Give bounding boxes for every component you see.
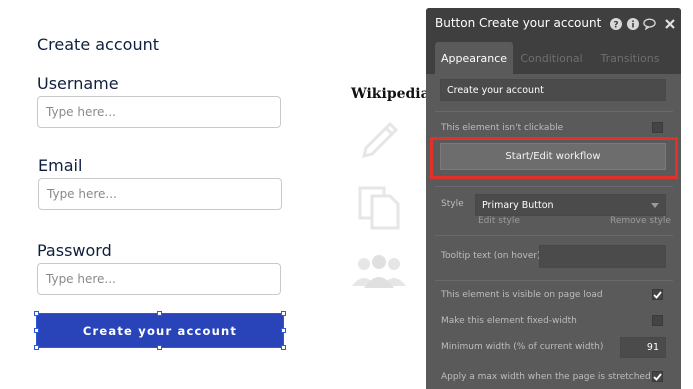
min-width-input[interactable]: 91 xyxy=(620,337,666,358)
style-dropdown-value: Primary Button xyxy=(482,199,554,211)
visible-on-load-checkbox[interactable] xyxy=(652,289,663,300)
username-input[interactable]: Type here... xyxy=(37,96,281,128)
help-icon[interactable]: ? xyxy=(609,17,622,30)
max-width-checkbox[interactable] xyxy=(652,371,663,382)
svg-text:?: ? xyxy=(613,20,618,30)
style-label: Style xyxy=(441,199,464,209)
password-input[interactable]: Type here... xyxy=(37,263,281,295)
visible-on-load-label: This element is visible on page load xyxy=(441,290,603,300)
pencil-icon xyxy=(361,121,399,159)
password-label: Password xyxy=(37,241,112,260)
max-width-label: Apply a max width when the page is stret… xyxy=(441,372,651,382)
divider xyxy=(435,111,673,112)
divider xyxy=(435,235,673,236)
resize-handle-tc[interactable] xyxy=(157,311,162,316)
panel-title: Button Create your account xyxy=(435,16,602,30)
close-icon[interactable] xyxy=(663,17,676,30)
resize-handle-ml[interactable] xyxy=(34,328,39,333)
divider xyxy=(435,186,673,187)
tab-conditional[interactable]: Conditional xyxy=(513,42,590,74)
comment-icon[interactable] xyxy=(643,17,656,30)
resize-handle-tl[interactable] xyxy=(34,311,39,316)
resize-handle-bl[interactable] xyxy=(34,345,39,350)
email-input[interactable]: Type here... xyxy=(38,178,282,210)
fixed-width-label: Make this element fixed-width xyxy=(441,316,577,326)
edit-style-link[interactable]: Edit style xyxy=(478,216,520,226)
panel-tabs: Appearance Conditional Transitions xyxy=(426,38,681,74)
info-icon[interactable] xyxy=(626,17,639,30)
property-editor-panel: Button Create your account ? Appearance … xyxy=(426,8,681,389)
tab-transitions[interactable]: Transitions xyxy=(590,42,670,74)
selection-frame xyxy=(36,313,284,348)
tab-appearance[interactable]: Appearance xyxy=(435,42,513,74)
resize-handle-br[interactable] xyxy=(281,345,286,350)
not-clickable-label: This element isn't clickable xyxy=(441,123,564,133)
divider xyxy=(435,280,673,281)
resize-handle-mr[interactable] xyxy=(281,328,286,333)
wikipedia-label: Wikipedia xyxy=(351,86,430,102)
fixed-width-checkbox[interactable] xyxy=(652,315,663,326)
tooltip-label: Tooltip text (on hover) xyxy=(441,251,541,261)
button-text-input[interactable]: Create your account xyxy=(440,79,666,101)
resize-handle-tr[interactable] xyxy=(281,311,286,316)
email-label: Email xyxy=(38,156,83,175)
not-clickable-checkbox[interactable] xyxy=(652,122,663,133)
workflow-highlight-box xyxy=(430,137,678,179)
form-title: Create account xyxy=(37,35,159,54)
copy-document-icon xyxy=(358,186,400,230)
checkmark-icon xyxy=(653,372,662,381)
username-label: Username xyxy=(37,74,119,93)
tooltip-input[interactable] xyxy=(539,245,666,268)
chevron-down-icon xyxy=(651,202,659,208)
min-width-label: Minimum width (% of current width) xyxy=(441,342,604,352)
users-group-icon xyxy=(352,255,406,288)
remove-style-link[interactable]: Remove style xyxy=(610,216,671,226)
checkmark-icon xyxy=(653,290,662,299)
resize-handle-bc[interactable] xyxy=(157,345,162,350)
panel-header: Button Create your account ? xyxy=(426,8,681,38)
style-dropdown[interactable]: Primary Button xyxy=(475,194,666,216)
